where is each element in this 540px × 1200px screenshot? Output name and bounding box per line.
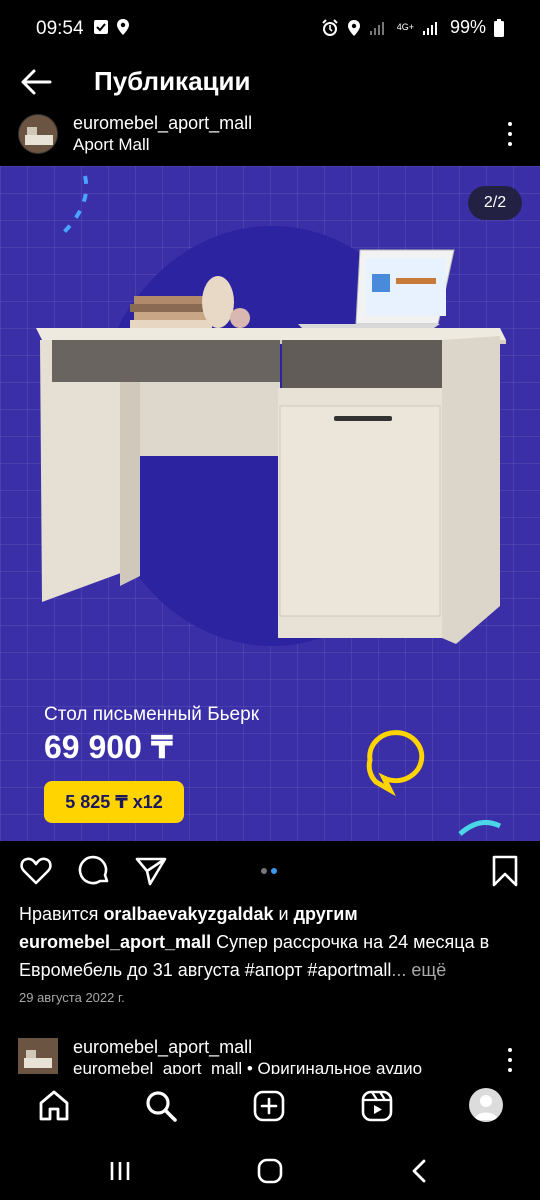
reels-icon[interactable] (359, 1088, 395, 1124)
wifi-signal-icon (369, 21, 384, 35)
more-options-icon[interactable] (500, 120, 520, 148)
bookmark-icon[interactable] (488, 854, 522, 888)
post-image[interactable]: 2/2 Стол письменный Бьерк 69 900 ₸ 5 825… (0, 166, 540, 841)
battery-icon (494, 18, 504, 37)
heart-icon[interactable] (19, 854, 53, 888)
caption-username[interactable]: euromebel_aport_mall (19, 932, 211, 952)
send-icon[interactable] (134, 854, 168, 888)
profile-avatar[interactable] (469, 1088, 503, 1122)
carousel-dot (261, 868, 267, 874)
next-post-username[interactable]: euromebel_aport_mall (73, 1037, 252, 1058)
location-icon (117, 19, 129, 35)
system-navigation (0, 1138, 540, 1200)
notification-check-icon (94, 20, 108, 34)
home-icon[interactable] (36, 1088, 72, 1124)
installment-badge: 5 825 ₸ x12 (44, 781, 184, 823)
post-actions (0, 848, 540, 894)
alarm-icon (321, 18, 338, 36)
app-header: Публикации (0, 60, 540, 104)
status-time: 09:54 (36, 18, 84, 39)
next-post-avatar[interactable] (18, 1038, 58, 1074)
caption-more-link[interactable]: ... ещё (391, 960, 446, 980)
plus-square-icon[interactable] (251, 1088, 287, 1124)
next-post-more-icon[interactable] (500, 1046, 520, 1074)
post-header: euromebel_aport_mall Aport Mall (0, 110, 540, 166)
bottom-navigation (0, 1074, 540, 1138)
back-arrow-icon[interactable] (18, 64, 54, 100)
post-avatar[interactable] (18, 114, 58, 154)
carousel-dots (261, 868, 277, 874)
status-bar: 09:54 4G+ 99% (0, 0, 540, 60)
system-back-icon[interactable] (405, 1156, 435, 1186)
location-status-icon (347, 19, 360, 36)
default-avatar-icon (474, 1095, 498, 1120)
home-button-icon[interactable] (255, 1156, 285, 1186)
likes-prefix: Нравится (19, 904, 104, 924)
avatar-image (19, 115, 57, 153)
page-title: Публикации (94, 66, 251, 96)
cell-signal-icon (422, 21, 437, 35)
likes-others[interactable]: другим (294, 904, 358, 924)
post-username[interactable]: euromebel_aport_mall (73, 113, 252, 134)
carousel-dot-active (271, 868, 277, 874)
comment-icon[interactable] (78, 854, 112, 888)
next-post-header: euromebel_aport_mall euromebel_aport_mal… (0, 1034, 540, 1074)
recent-apps-icon[interactable] (105, 1156, 135, 1186)
product-price: 69 900 ₸ (44, 729, 174, 765)
likes-username[interactable]: oralbaevakyzgaldak (103, 904, 273, 924)
battery-percent: 99% (449, 17, 486, 37)
post-date: 29 августа 2022 г. (19, 990, 125, 1005)
likes-and: и (273, 904, 294, 924)
post-caption: Нравится oralbaevakyzgaldak и другим eur… (19, 900, 524, 984)
post-location[interactable]: Aport Mall (73, 135, 150, 155)
network-type-label: 4G+ (396, 22, 414, 32)
search-icon[interactable] (143, 1088, 179, 1124)
likes-line[interactable]: Нравится oralbaevakyzgaldak и другим (19, 900, 524, 928)
next-post-audio[interactable]: euromebel_aport_mall • Оригинальное ауди… (73, 1059, 422, 1074)
product-name: Стол письменный Бьерк (44, 704, 260, 725)
carousel-page-indicator: 2/2 (468, 186, 522, 220)
